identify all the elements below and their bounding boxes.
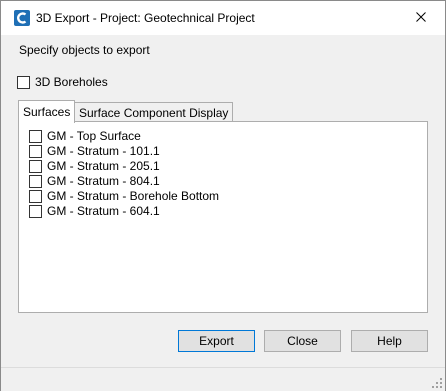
surface-item[interactable]: GM - Stratum - Borehole Bottom: [29, 189, 219, 203]
surface-label: GM - Stratum - 205.1: [47, 159, 160, 173]
surface-label: GM - Stratum - Borehole Bottom: [47, 189, 220, 203]
tab-surface-component-display[interactable]: Surface Component Display: [74, 102, 234, 123]
surface-checkbox[interactable]: [29, 144, 42, 158]
boreholes-checkbox-row[interactable]: 3D Boreholes: [17, 75, 108, 89]
surface-checkbox[interactable]: [29, 204, 42, 218]
surface-label: GM - Top Surface: [47, 129, 141, 143]
surface-item[interactable]: GM - Stratum - 604.1: [29, 204, 160, 218]
surface-label: GM - Stratum - 604.1: [47, 204, 160, 218]
surface-item[interactable]: GM - Top Surface: [29, 129, 141, 143]
surface-checkbox[interactable]: [29, 129, 42, 143]
surface-item[interactable]: GM - Stratum - 804.1: [29, 174, 160, 188]
surface-label: GM - Stratum - 804.1: [47, 174, 160, 188]
surface-label: GM - Stratum - 101.1: [47, 144, 160, 158]
boreholes-checkbox[interactable]: [17, 75, 30, 89]
surface-item[interactable]: GM - Stratum - 101.1: [29, 144, 160, 158]
help-button[interactable]: Help: [351, 330, 428, 352]
surfaces-panel: GM - Top Surface GM - Stratum - 101.1 GM…: [18, 121, 428, 313]
civil3d-c-icon: [14, 10, 30, 26]
close-icon: [416, 11, 426, 25]
export-dialog: 3D Export - Project: Geotechnical Projec…: [0, 0, 446, 391]
tab-surfaces-label: Surfaces: [23, 105, 71, 119]
tab-surfaces[interactable]: Surfaces: [18, 100, 76, 123]
surface-checkbox[interactable]: [29, 174, 42, 188]
window-title: 3D Export - Project: Geotechnical Projec…: [36, 11, 255, 25]
boreholes-label: 3D Boreholes: [35, 75, 108, 89]
close-window-button[interactable]: [397, 1, 445, 35]
title-bar: 3D Export - Project: Geotechnical Projec…: [1, 1, 445, 35]
instruction-text: Specify objects to export: [19, 43, 150, 57]
status-bar: [1, 367, 445, 391]
close-button[interactable]: Close: [264, 330, 341, 352]
export-button[interactable]: Export: [178, 330, 255, 352]
tab-surface-component-display-label: Surface Component Display: [79, 106, 229, 120]
surface-checkbox[interactable]: [29, 189, 42, 203]
surface-item[interactable]: GM - Stratum - 205.1: [29, 159, 160, 173]
resize-grip-icon[interactable]: [431, 377, 443, 389]
surface-checkbox[interactable]: [29, 159, 42, 173]
